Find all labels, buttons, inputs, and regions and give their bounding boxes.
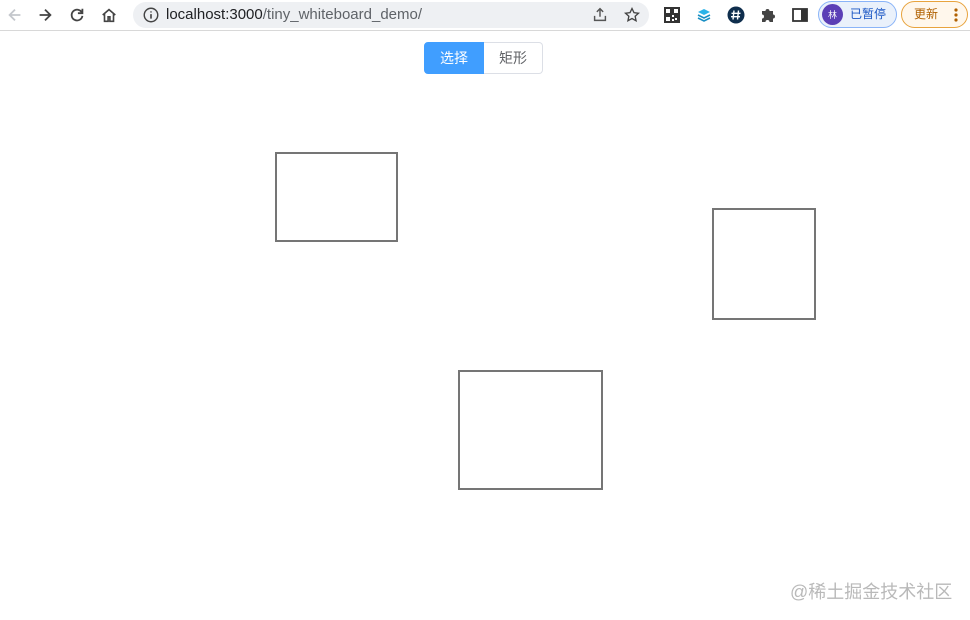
more-vertical-icon [954,8,958,22]
browser-toolbar: localhost:3000/tiny_whiteboard_demo/ 林 已… [0,0,970,31]
home-icon [102,8,116,23]
profile-status-label: 已暂停 [850,7,887,21]
watermark-text: @稀土掘金技术社区 [790,582,953,602]
avatar: 林 [822,4,843,25]
update-label: 更新 [914,7,939,21]
info-icon[interactable] [142,6,160,24]
hash-icon [727,6,745,24]
side-panel-button[interactable] [790,5,810,25]
rectangle-shape-3[interactable] [458,370,603,490]
hash-extension-button[interactable] [726,5,746,25]
back-button[interactable] [4,4,26,26]
url-path: /tiny_whiteboard_demo/ [262,6,423,23]
stack-icon [697,9,711,22]
qr-extension-button[interactable] [662,5,682,25]
layers-extension-button[interactable] [694,5,714,25]
reload-icon [70,8,84,22]
rectangle-shape-2[interactable] [712,208,816,320]
whiteboard-svg [275,152,816,490]
address-bar[interactable]: localhost:3000/tiny_whiteboard_demo/ [133,2,649,28]
url-host: localhost:3000 [166,6,263,23]
rectangle-shape-1[interactable] [275,152,398,242]
qr-code-icon [664,7,680,23]
update-button[interactable]: 更新 [901,1,968,28]
home-button[interactable] [98,4,120,26]
forward-button[interactable] [34,4,56,26]
profile-paused-chip[interactable]: 林 已暂停 [818,1,897,28]
url-text: localhost:3000/tiny_whiteboard_demo/ [166,6,422,24]
whiteboard-canvas[interactable] [0,32,970,620]
extensions-button[interactable] [758,5,778,25]
arrow-left-icon [8,8,21,22]
puzzle-icon [762,9,775,22]
side-panel-icon [792,8,808,22]
reload-button[interactable] [66,4,88,26]
bookmark-star-icon[interactable] [623,6,641,24]
share-icon[interactable] [591,6,609,24]
arrow-right-icon [39,8,52,22]
